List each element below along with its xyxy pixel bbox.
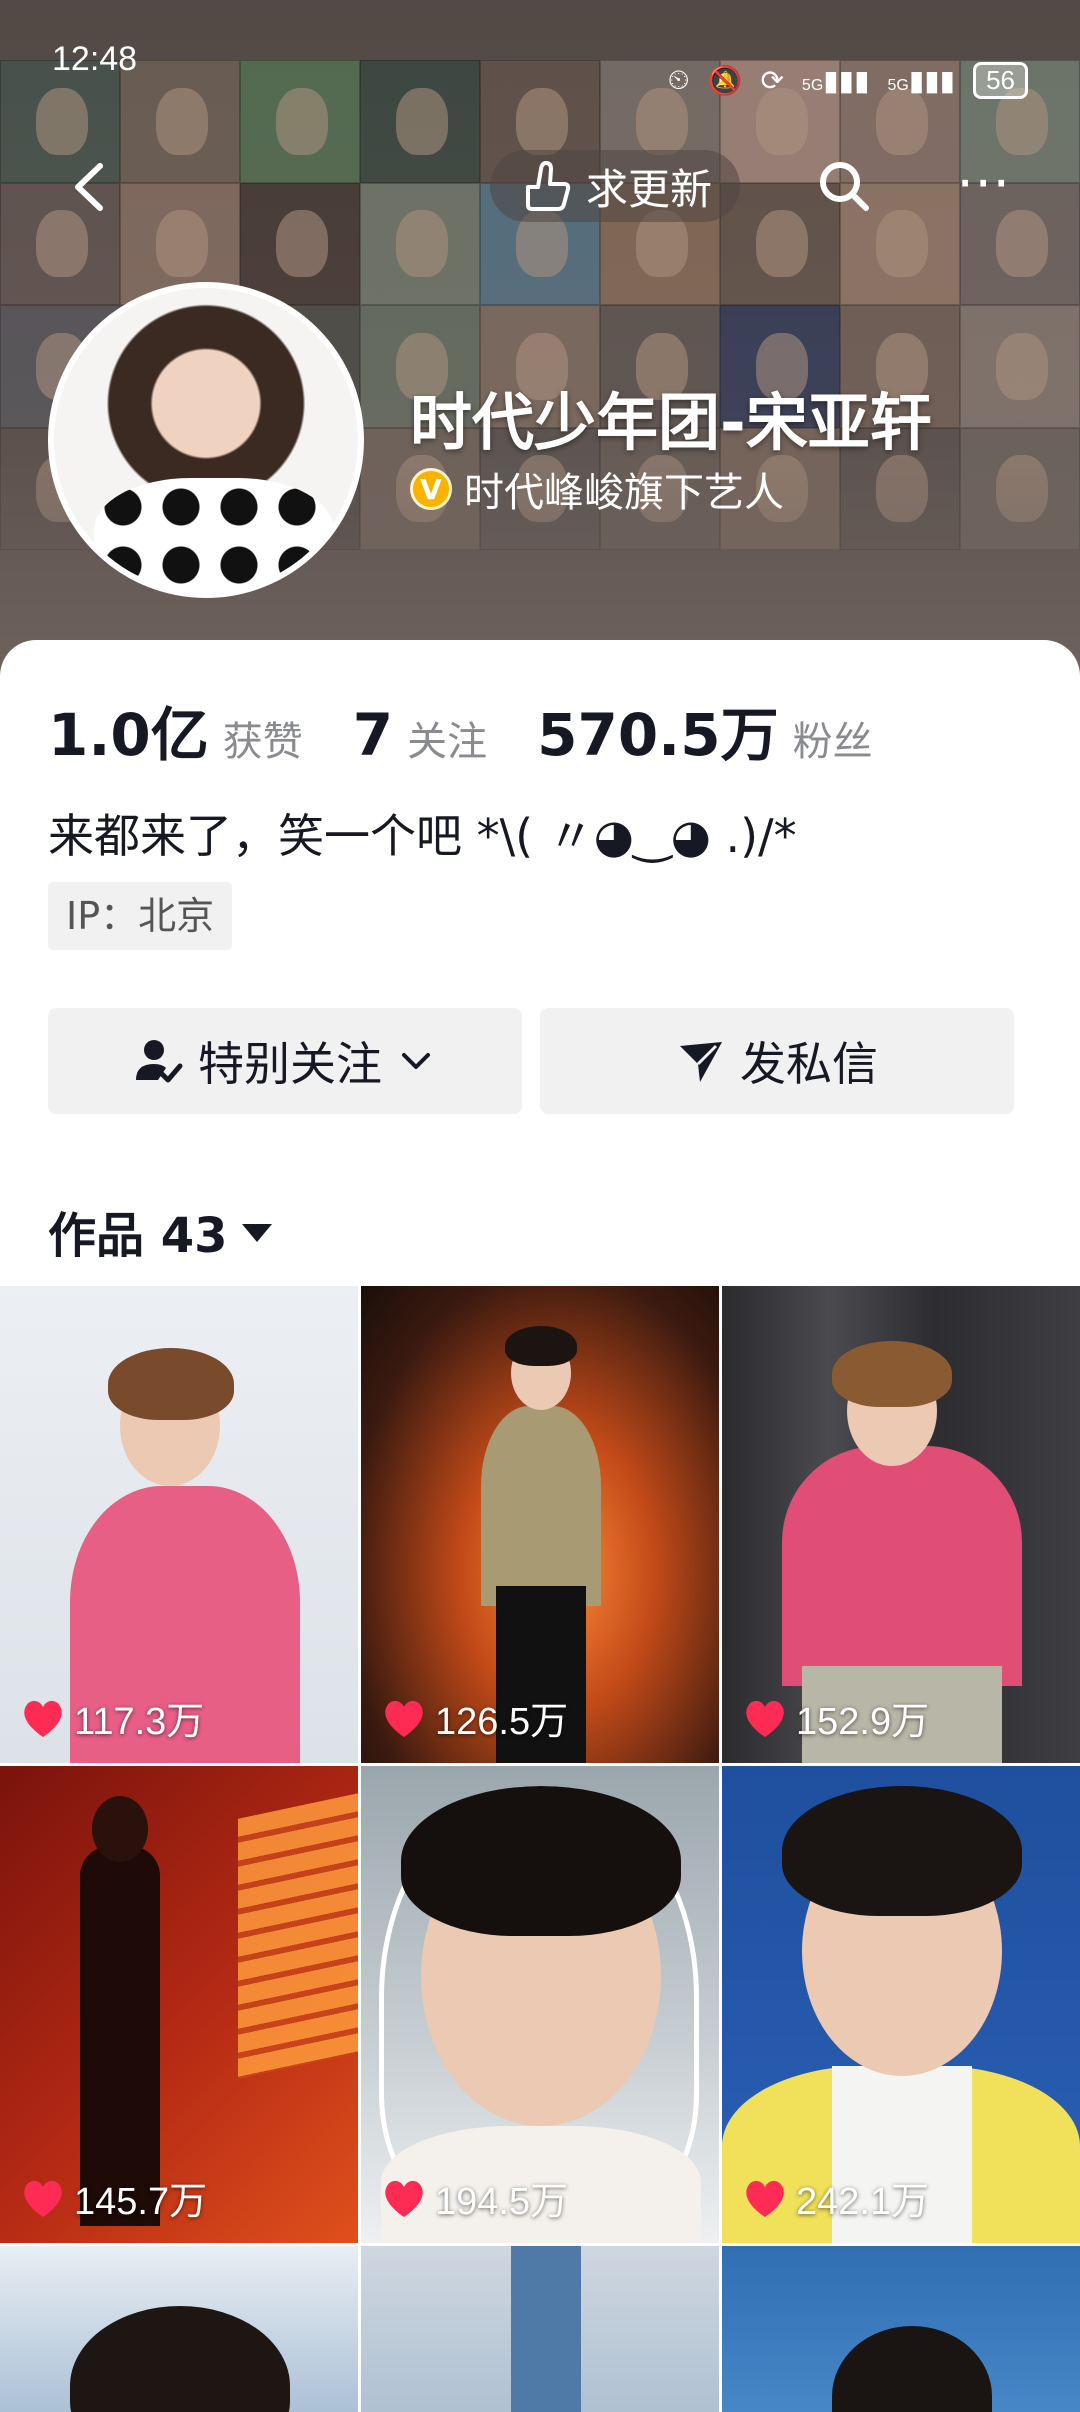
heart-icon — [24, 2180, 62, 2217]
profile-name: 时代少年团-宋亚轩 — [410, 386, 932, 459]
video-likes-count: 145.7万 — [74, 2181, 208, 2223]
status-time: 12:48 — [52, 40, 138, 78]
video-thumbnail[interactable]: 152.9万 — [722, 1286, 1080, 1763]
battery-icon: 56 — [973, 61, 1028, 99]
user-check-icon — [136, 1040, 183, 1083]
heart-icon — [746, 1700, 784, 1737]
heart-icon — [746, 2180, 784, 2217]
mute-icon: 🔕 — [707, 64, 743, 96]
profile-actions: 特别关注 发私信 — [48, 1008, 1014, 1114]
signal-icon: 5G▮▮▮ — [801, 64, 870, 96]
top-bar: 求更新 ⋯ — [0, 140, 1080, 230]
video-likes: 126.5万 — [381, 1690, 568, 1745]
request-update-label: 求更新 — [585, 164, 712, 214]
video-thumbnail[interactable]: 145.7万 — [0, 1766, 358, 2243]
profile-stats: 1.0亿 获赞 7 关注 570.5万 粉丝 — [48, 688, 923, 772]
heart-icon — [385, 2180, 423, 2217]
following-count[interactable]: 7 — [353, 701, 393, 769]
video-likes-count: 152.9万 — [796, 1701, 930, 1743]
video-likes: 152.9万 — [742, 1690, 929, 1745]
video-likes-count: 194.5万 — [435, 2181, 569, 2223]
video-thumbnail[interactable] — [0, 2246, 358, 2412]
video-likes: 117.3万 — [20, 1690, 204, 1745]
ip-location-tag: IP：北京 — [48, 882, 233, 950]
back-button[interactable] — [56, 152, 126, 222]
alarm-icon: ⏲ — [667, 63, 690, 95]
profile-avatar[interactable] — [48, 282, 364, 598]
send-message-button[interactable]: 发私信 — [540, 1008, 1014, 1114]
special-follow-label: 特别关注 — [198, 1037, 382, 1091]
special-follow-button[interactable]: 特别关注 — [48, 1008, 522, 1114]
video-likes-count: 126.5万 — [435, 1701, 569, 1743]
profile-bio: 来都来了，笑一个吧 *\( 〃◕‿◕ .)/* — [48, 809, 797, 863]
verified-text: 时代峰峻旗下艺人 — [464, 470, 784, 516]
verified-badge-icon: V — [410, 468, 452, 510]
chevron-down-icon — [402, 1053, 430, 1069]
video-thumbnail[interactable]: 194.5万 — [361, 1766, 719, 2243]
video-likes: 194.5万 — [381, 2170, 568, 2225]
video-thumbnail[interactable] — [361, 2246, 719, 2412]
caret-down-icon — [241, 1224, 272, 1242]
video-thumbnail[interactable]: 117.3万 — [0, 1286, 358, 1763]
works-tab[interactable]: 作品 43 — [48, 1196, 272, 1266]
video-thumbnail[interactable] — [722, 2246, 1080, 2412]
following-label: 关注 — [407, 719, 488, 765]
signal-icon-2: 5G▮▮▮ — [887, 64, 956, 96]
profile-banner: 12:48 ⏲ 🔕 ⟳ 5G▮▮▮ 5G▮▮▮ 56 求更新 ⋯ 时代少年团-宋… — [0, 0, 1080, 680]
send-icon — [680, 1042, 722, 1082]
hand-point-icon — [525, 161, 571, 211]
status-bar: 12:48 ⏲ 🔕 ⟳ 5G▮▮▮ 5G▮▮▮ 56 — [0, 0, 1080, 120]
followers-count[interactable]: 570.5万 — [537, 688, 778, 772]
sync-icon: ⟳ — [760, 64, 784, 96]
back-arrow-icon — [75, 163, 103, 211]
send-message-label: 发私信 — [740, 1037, 878, 1091]
likes-label: 获赞 — [222, 719, 303, 765]
search-button[interactable] — [810, 152, 880, 222]
works-tab-label: 作品 43 — [48, 1208, 228, 1264]
followers-label: 粉丝 — [792, 719, 873, 765]
video-thumbnail[interactable]: 126.5万 — [361, 1286, 719, 1763]
video-likes-count: 242.1万 — [796, 2181, 930, 2223]
more-dots-icon: ⋯ — [956, 150, 1010, 213]
video-grid: 117.3万 126.5万 152.9万 145.7万 194.5万 242.1… — [0, 1286, 1080, 2412]
request-update-button[interactable]: 求更新 — [490, 150, 740, 222]
more-options-button[interactable]: ⋯ — [948, 152, 1018, 222]
profile-card: 1.0亿 获赞 7 关注 570.5万 粉丝 来都来了，笑一个吧 *\( 〃◕‿… — [0, 640, 1080, 1290]
verified-info[interactable]: V 时代峰峻旗下艺人 — [410, 460, 784, 518]
likes-count[interactable]: 1.0亿 — [48, 688, 209, 772]
search-icon — [820, 162, 869, 211]
video-thumbnail[interactable]: 242.1万 — [722, 1766, 1080, 2243]
heart-icon — [385, 1700, 423, 1737]
video-likes: 242.1万 — [742, 2170, 929, 2225]
heart-icon — [24, 1700, 62, 1737]
video-likes: 145.7万 — [20, 2170, 207, 2225]
video-likes-count: 117.3万 — [74, 1701, 205, 1743]
